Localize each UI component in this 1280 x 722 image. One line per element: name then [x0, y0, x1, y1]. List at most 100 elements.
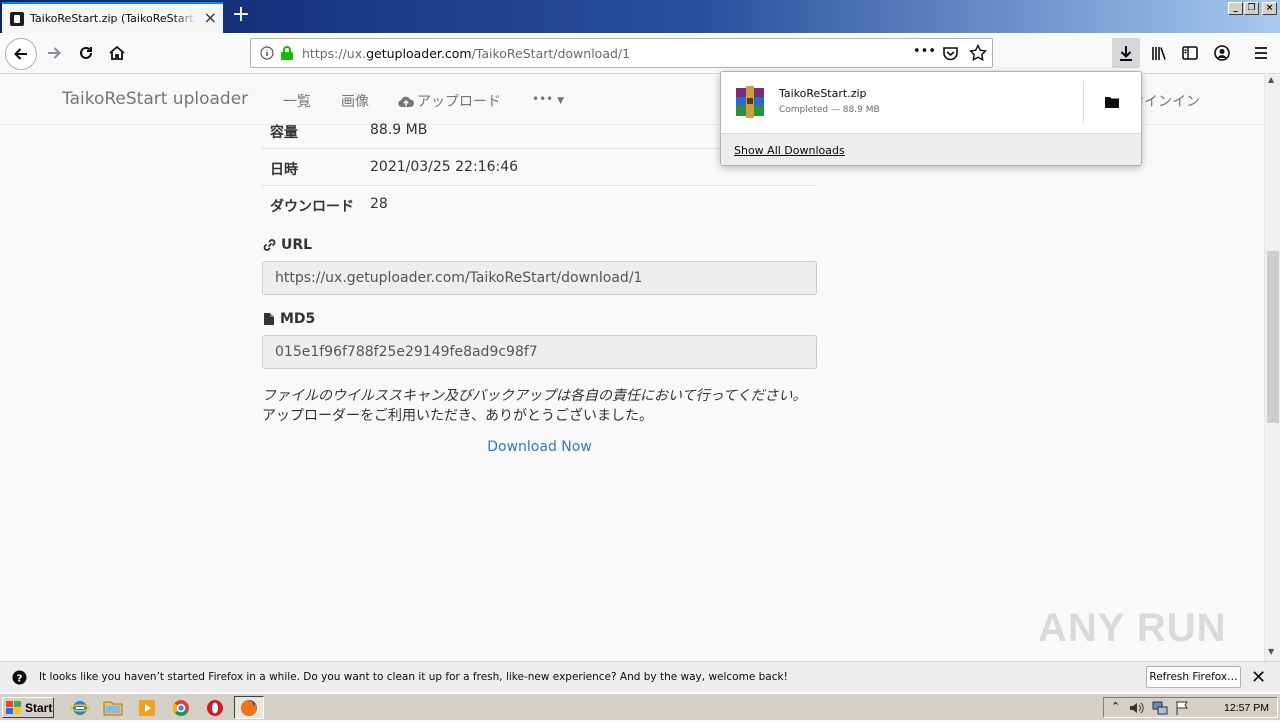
md5-label: MD5: [280, 311, 316, 327]
downloads-button[interactable]: [1112, 38, 1140, 68]
reload-button[interactable]: [72, 39, 100, 67]
page-scrollbar[interactable]: ▲ ▼: [1264, 75, 1280, 661]
downloads-panel: TaikoReStart.zip Completed — 88.9 MB Sho…: [720, 71, 1142, 166]
file-icon: [264, 313, 274, 325]
nav-list-link[interactable]: 一覧: [283, 91, 311, 111]
url-section-heading: URL: [263, 237, 312, 253]
forward-button[interactable]: [40, 39, 68, 67]
md5-field[interactable]: 015e1f96f788f25e29149fe8ad9c98f7: [262, 335, 817, 369]
nav-images-link[interactable]: 画像: [341, 91, 369, 111]
cloud-upload-icon: [398, 96, 414, 107]
opera-icon: [207, 700, 223, 716]
size-label: 容量: [270, 125, 298, 141]
firefox-taskbar-button[interactable]: [234, 696, 264, 719]
more-dots-icon: •••: [532, 92, 554, 106]
navigation-toolbar: https://ux.getuploader.com/TaikoReStart/…: [0, 33, 1280, 74]
show-all-downloads-label: Show All Downloads: [734, 144, 845, 157]
thanks-note: アップローダーをご利用いただき、ありがとうございました。: [262, 408, 654, 424]
system-tray: ⌃ 12:57 PM: [1103, 697, 1278, 718]
download-arrow-icon: [1120, 46, 1132, 61]
disclaimer-note: ファイルのウイルススキャン及びバックアップは各自の責任において行ってください。: [262, 388, 807, 404]
ie-taskbar-icon[interactable]: [70, 698, 90, 718]
url-label: URL: [281, 237, 313, 253]
winrar-archive-icon: [736, 86, 764, 118]
nav-more-dropdown[interactable]: ••• ▼: [532, 92, 564, 106]
forward-arrow-icon: [48, 47, 61, 59]
title-bar: TaikoReStart.zip (TaikoReStart.zip) × + …: [0, 0, 1280, 33]
download-file-name: TaikoReStart.zip: [779, 87, 867, 100]
lock-icon[interactable]: [280, 45, 294, 61]
home-button[interactable]: [103, 39, 131, 67]
notification-message: It looks like you haven’t started Firefo…: [39, 671, 788, 683]
restore-button[interactable]: ❐: [1244, 2, 1259, 15]
bookmark-star-icon[interactable]: [969, 44, 987, 62]
action-center-flag-icon[interactable]: [1175, 700, 1189, 716]
scroll-up-arrow-icon[interactable]: ▲: [1268, 75, 1274, 84]
start-button[interactable]: Start: [2, 697, 54, 718]
back-button[interactable]: [5, 38, 37, 70]
media-player-taskbar-icon[interactable]: [137, 698, 157, 718]
firefox-icon: [241, 700, 257, 716]
scroll-thumb[interactable]: [1267, 251, 1279, 423]
scroll-down-arrow-icon[interactable]: ▼: [1268, 647, 1274, 656]
download-now-link[interactable]: Download Now: [262, 439, 817, 455]
minimize-button[interactable]: _: [1228, 2, 1243, 15]
downloads-value: 28: [370, 196, 388, 212]
tab-close-icon[interactable]: ×: [204, 10, 217, 26]
media-player-icon: [139, 700, 155, 716]
internet-explorer-icon: [70, 701, 90, 715]
library-button[interactable]: [1145, 39, 1173, 67]
md5-section-heading: MD5: [263, 311, 315, 327]
taskbar-clock[interactable]: 12:57 PM: [1224, 702, 1269, 714]
downloads-row: ダウンロード 28: [262, 185, 817, 222]
sidebar-button[interactable]: [1176, 39, 1204, 67]
tab-title: TaikoReStart.zip (TaikoReStart.zip): [30, 12, 198, 25]
windows-logo-icon: [6, 700, 21, 714]
pocket-icon[interactable]: [942, 45, 959, 62]
library-icon: [1152, 47, 1166, 60]
opera-taskbar-icon[interactable]: [205, 698, 225, 718]
new-tab-button[interactable]: +: [231, 4, 251, 28]
date-label: 日時: [270, 162, 298, 178]
caret-down-icon: ▼: [557, 96, 564, 106]
notification-bar: ? It looks like you haven’t started Fire…: [0, 661, 1280, 692]
show-all-downloads-button[interactable]: Show All Downloads: [721, 133, 1141, 165]
chrome-icon: [172, 700, 189, 716]
account-button[interactable]: [1208, 39, 1236, 67]
sidebar-icon: [1182, 46, 1198, 60]
network-icon[interactable]: [1152, 700, 1168, 716]
size-value: 88.9 MB: [370, 122, 428, 138]
volume-icon[interactable]: [1129, 701, 1145, 715]
notification-close-icon[interactable]: ✕: [1251, 667, 1266, 688]
menu-button[interactable]: [1247, 39, 1275, 67]
download-item-divider: [1083, 82, 1084, 124]
url-field[interactable]: https://ux.getuploader.com/TaikoReStart/…: [262, 261, 817, 295]
back-arrow-icon: [14, 48, 27, 60]
refresh-firefox-button[interactable]: Refresh Firefox…: [1146, 666, 1241, 688]
account-icon: [1214, 45, 1230, 61]
nav-upload-link[interactable]: アップロード: [398, 91, 501, 111]
folder-icon: [103, 701, 123, 716]
reload-icon: [80, 46, 92, 59]
svg-text:?: ?: [17, 674, 23, 685]
chrome-taskbar-icon[interactable]: [171, 698, 191, 718]
download-item[interactable]: TaikoReStart.zip Completed — 88.9 MB: [721, 72, 1141, 132]
link-icon: [263, 239, 276, 251]
tray-expand-icon[interactable]: ⌃: [1111, 700, 1120, 713]
info-icon[interactable]: [260, 46, 274, 60]
hamburger-menu-icon: [1255, 47, 1267, 59]
site-brand[interactable]: TaikoReStart uploader: [62, 89, 248, 109]
page-actions-icon[interactable]: •••: [913, 44, 936, 59]
close-window-button[interactable]: ×: [1262, 2, 1277, 15]
explorer-taskbar-icon[interactable]: [103, 698, 123, 718]
download-status: Completed — 88.9 MB: [779, 105, 880, 115]
start-label: Start: [25, 700, 53, 715]
open-folder-icon[interactable]: [1105, 96, 1119, 108]
tab-favicon-icon: [10, 11, 24, 26]
date-value: 2021/03/25 22:16:46: [370, 159, 519, 175]
url-bar[interactable]: https://ux.getuploader.com/TaikoReStart/…: [250, 38, 993, 68]
browser-tab[interactable]: TaikoReStart.zip (TaikoReStart.zip) ×: [2, 2, 223, 33]
nav-upload-label: アップロード: [417, 94, 501, 110]
windows-taskbar: Start ⌃ 12:57 PM: [0, 693, 1280, 720]
help-icon: ?: [12, 670, 27, 685]
